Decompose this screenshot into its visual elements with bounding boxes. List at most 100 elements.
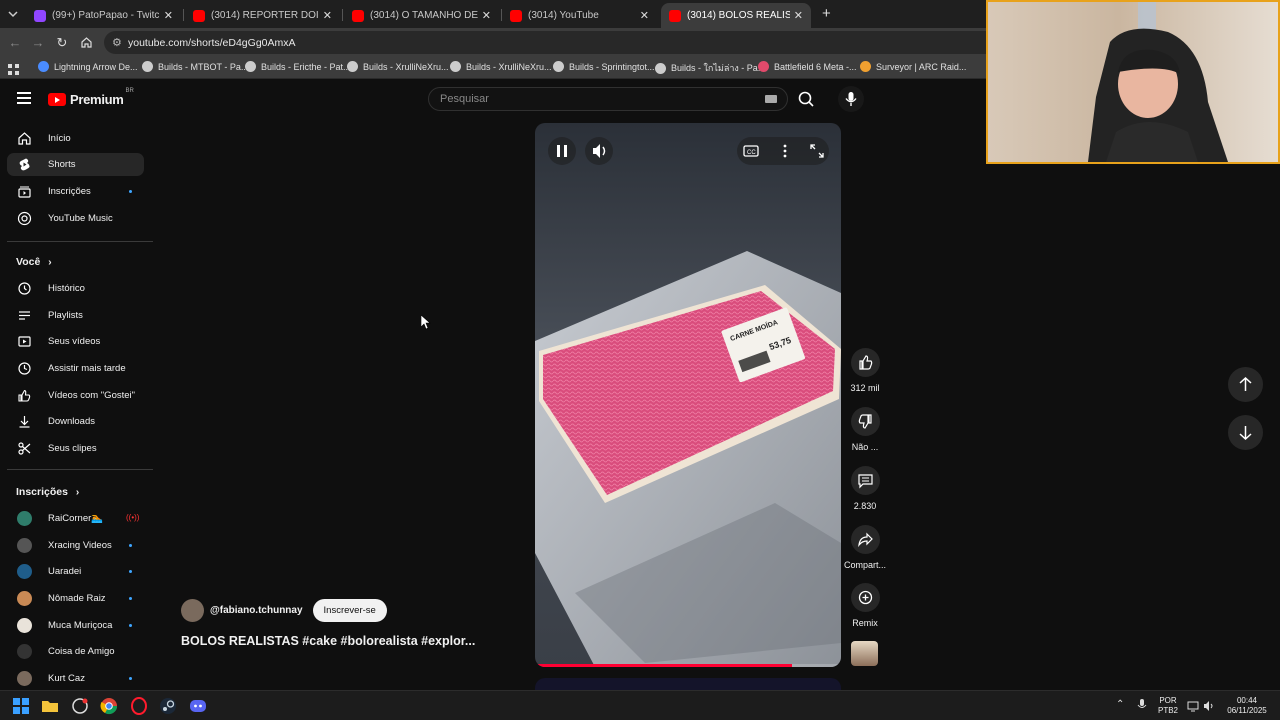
subscribe-button[interactable]: Inscrever-se <box>312 598 387 622</box>
sidebar-subscription-item[interactable]: Nômade Raiz <box>7 587 144 610</box>
captions-button[interactable]: CC <box>743 143 759 164</box>
like-button[interactable] <box>850 348 880 377</box>
sidebar-item-home[interactable]: Início <box>7 127 144 150</box>
like-action: 312 mil <box>840 348 890 393</box>
search-button[interactable] <box>790 88 822 110</box>
sidebar-item-clips[interactable]: Seus clipes <box>7 437 144 460</box>
forward-icon[interactable]: → <box>30 35 46 50</box>
browser-tab[interactable]: (3014) BOLOS REALISTAS # ✕ <box>661 3 811 28</box>
music-icon <box>17 211 32 226</box>
dislike-button[interactable] <box>850 407 880 436</box>
bookmark-item[interactable]: Builds - ใกไม่ล่าง - Pa... <box>655 61 765 75</box>
share-button[interactable] <box>850 525 880 554</box>
tab-search-icon[interactable] <box>6 7 20 21</box>
sidebar-item-label: Histórico <box>48 283 85 294</box>
bookmark-item[interactable]: Builds - XrulliNeXru... <box>347 61 449 72</box>
voice-search-button[interactable] <box>838 86 864 112</box>
previous-short-button[interactable] <box>1228 367 1263 402</box>
clock[interactable]: 00:44 06/11/2025 <box>1222 696 1272 716</box>
bookmark-item[interactable]: Builds - Ericthe - Pat... <box>245 61 351 72</box>
sidebar-item-subscriptions[interactable]: Inscrições <box>7 180 144 203</box>
sidebar-item-label: YouTube Music <box>48 213 113 224</box>
comments-button[interactable] <box>850 466 880 495</box>
speaker-icon[interactable] <box>1203 699 1215 717</box>
opera-icon[interactable] <box>130 697 148 715</box>
browser-tab[interactable]: (99+) PatoPapao - Twitch ✕ <box>26 3 181 28</box>
windows-start-icon[interactable] <box>12 697 30 715</box>
search-input[interactable]: Pesquisar <box>428 87 788 111</box>
browser-tab[interactable]: (3014) YouTube ✕ <box>502 3 657 28</box>
apps-grid-icon[interactable] <box>8 62 19 80</box>
url-input[interactable]: ⚙ youtube.com/shorts/eD4gGg0AmxA <box>104 31 1004 54</box>
site-settings-icon[interactable]: ⚙ <box>112 36 122 49</box>
bookmark-item[interactable]: Builds - Sprintingtot... <box>553 61 655 72</box>
sidebar-subscription-item[interactable]: Coisa de Amigo <box>7 640 144 663</box>
channel-name[interactable]: @fabiano.tchunnay <box>210 605 303 616</box>
tab-close-icon[interactable]: ✕ <box>164 9 173 22</box>
sidebar-subscription-item[interactable]: Uaradei <box>7 560 144 583</box>
bookmark-item[interactable]: Surveyor | ARC Raid... <box>860 61 966 72</box>
volume-button[interactable] <box>585 137 613 165</box>
network-icon[interactable] <box>1187 699 1199 717</box>
tab-close-icon[interactable]: ✕ <box>323 9 332 22</box>
file-explorer-icon[interactable] <box>41 697 59 715</box>
keyboard-icon[interactable] <box>765 95 777 103</box>
sidebar-item-shorts[interactable]: Shorts <box>7 153 144 176</box>
steam-icon[interactable] <box>159 697 177 715</box>
bookmark-favicon-icon <box>347 61 358 72</box>
sidebar-item-label: Downloads <box>48 416 95 427</box>
bookmark-label: Builds - ใกไม่ล่าง - Pa... <box>671 63 766 73</box>
channel-avatar[interactable] <box>181 598 204 622</box>
remix-button[interactable] <box>850 583 880 612</box>
sidebar-item-your-videos[interactable]: Seus vídeos <box>7 330 144 353</box>
channel-avatar <box>17 538 32 553</box>
subscriptions-section-header[interactable]: Inscrições › <box>16 486 79 498</box>
sidebar-item-label: Início <box>48 133 71 144</box>
bookmark-item[interactable]: Builds - XrulliNeXru... <box>450 61 552 72</box>
volume-icon <box>593 144 606 158</box>
sound-thumbnail[interactable] <box>851 641 878 666</box>
video-progress-bar[interactable] <box>535 664 841 667</box>
sidebar-subscription-item[interactable]: RaiCorner🏊 ((•)) <box>7 507 144 530</box>
tab-close-icon[interactable]: ✕ <box>482 9 491 22</box>
sidebar-item-download[interactable]: Downloads <box>7 410 144 433</box>
sidebar-item-label: Assistir mais tarde <box>48 363 126 374</box>
sidebar-item-watch-later[interactable]: Assistir mais tarde <box>7 357 144 380</box>
more-options-button[interactable] <box>777 143 793 164</box>
bookmark-favicon-icon <box>450 61 461 72</box>
browser-tab[interactable]: (3014) O TAMANHO DESSE LA ✕ <box>344 3 499 28</box>
tab-close-icon[interactable]: ✕ <box>640 9 649 22</box>
sidebar-item-music[interactable]: YouTube Music <box>7 207 144 230</box>
next-short-button[interactable] <box>1228 415 1263 450</box>
sidebar-item-label: Muca Muriçoca <box>48 620 113 631</box>
tray-mic-icon[interactable] <box>1137 698 1147 717</box>
tab-close-icon[interactable]: ✕ <box>794 9 803 22</box>
fullscreen-button[interactable] <box>809 143 825 164</box>
sidebar-item-playlists[interactable]: Playlists <box>7 304 144 327</box>
back-icon[interactable]: ← <box>7 35 23 50</box>
reload-icon[interactable]: ↻ <box>54 35 70 51</box>
sidebar-item-liked[interactable]: Vídeos com "Gostei" <box>7 384 144 407</box>
sidebar-subscription-item[interactable]: Muca Muriçoca <box>7 614 144 637</box>
new-tab-icon[interactable]: + <box>822 5 831 22</box>
bookmark-item[interactable]: Builds - MTBOT - Pa... <box>142 61 248 72</box>
sidebar-item-history[interactable]: Histórico <box>7 277 144 300</box>
bookmark-item[interactable]: Battlefield 6 Meta -... <box>758 61 857 72</box>
you-section-header[interactable]: Você › <box>16 256 52 268</box>
youtube-premium-logo[interactable]: Premium BR <box>48 88 134 107</box>
menu-icon[interactable] <box>17 92 31 104</box>
sidebar-subscription-item[interactable]: Kurt Caz <box>7 667 144 690</box>
sidebar-item-label: Shorts <box>48 159 76 170</box>
tray-chevron-icon[interactable]: ⌃ <box>1116 699 1124 710</box>
app-icon[interactable] <box>71 697 89 715</box>
browser-tab[interactable]: (3014) REPÓRTER DOIDÃO | XA ✕ <box>185 3 340 28</box>
home-browser-icon[interactable] <box>80 36 93 54</box>
pause-button[interactable] <box>548 137 576 165</box>
short-video-player[interactable]: CARNE MOÍDA 53,75 CC <box>535 123 841 667</box>
sidebar-subscription-item[interactable]: Xracing Videos <box>7 534 144 557</box>
discord-icon[interactable] <box>189 697 207 715</box>
chrome-icon[interactable] <box>100 697 118 715</box>
bookmark-item[interactable]: Lightning Arrow De... <box>38 61 138 72</box>
input-language[interactable]: POR PTB2 <box>1156 696 1180 716</box>
short-title[interactable]: BOLOS REALISTAS #cake #bolorealista #exp… <box>181 634 475 648</box>
